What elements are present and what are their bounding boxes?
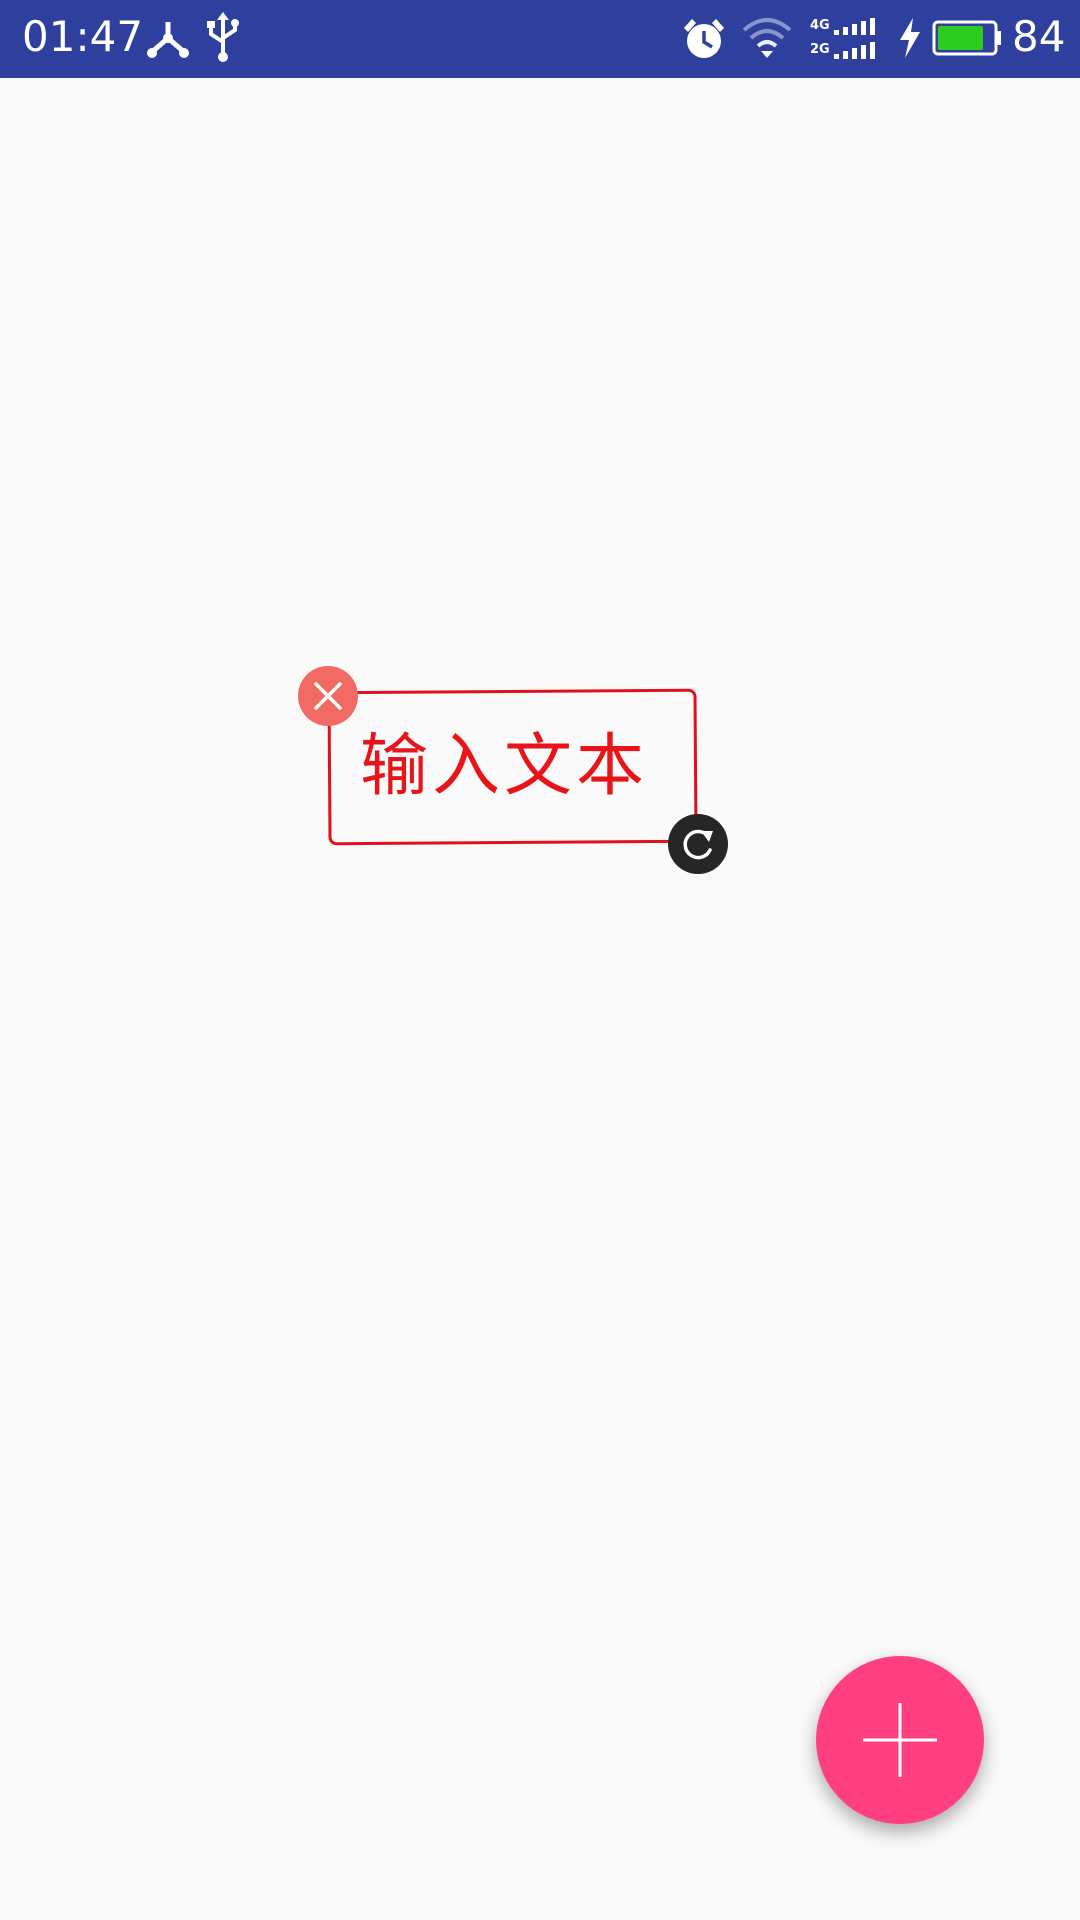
usb-icon <box>206 12 240 62</box>
rotate-icon <box>683 829 713 860</box>
plus-icon <box>863 1703 937 1777</box>
add-text-fab[interactable] <box>816 1656 984 1824</box>
text-sticker-label[interactable]: 输入文本 <box>360 722 680 812</box>
alarm-icon <box>682 16 726 62</box>
close-icon <box>314 682 342 710</box>
delete-sticker-button[interactable] <box>298 666 358 726</box>
status-bar: 01:47 4G 2G 84 <box>0 0 1080 78</box>
rotate-sticker-button[interactable] <box>668 814 728 874</box>
signal-icon: 4G 2G <box>810 18 888 60</box>
network-share-icon <box>146 16 190 60</box>
charging-icon <box>898 18 922 58</box>
battery-percent: 84 <box>1012 12 1066 61</box>
wifi-icon <box>742 16 792 60</box>
status-time: 01:47 <box>22 12 144 61</box>
battery-icon <box>932 20 1002 56</box>
